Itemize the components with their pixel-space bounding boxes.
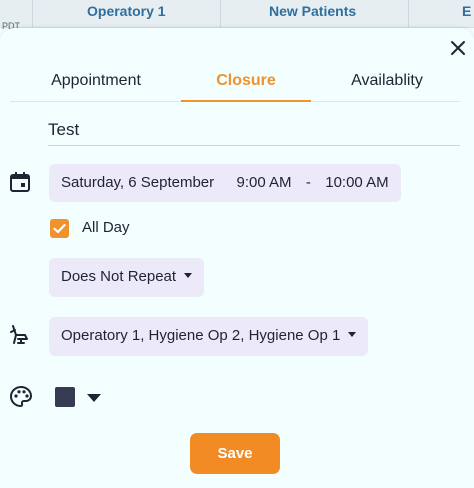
checkmark-icon [53,223,66,234]
color-swatch[interactable] [55,387,75,407]
chevron-down-icon [184,273,193,279]
end-time-value: 10:00 AM [325,174,389,191]
column-header-next[interactable]: E [462,3,471,19]
calendar-icon [10,172,30,192]
time-separator: - [305,174,311,191]
operatories-value: Operatory 1, Hygiene Op 2, Hygiene Op 1 [61,327,341,344]
closure-dialog: Appointment Closure Availablity Test Sat… [0,28,474,488]
column-header-new-patients[interactable]: New Patients [269,3,356,19]
start-time-value: 9:00 AM [236,174,292,191]
title-input[interactable]: Test [48,118,460,146]
tab-closure[interactable]: Closure [181,68,311,102]
calendar-header: PDT Operatory 1 New Patients E [0,0,474,31]
all-day-label: All Day [82,219,130,236]
date-value: Saturday, 6 September [61,174,215,191]
save-button[interactable]: Save [190,433,280,474]
chevron-down-icon[interactable] [87,394,101,402]
palette-icon [9,385,33,408]
tab-availability[interactable]: Availablity [332,68,442,102]
tab-appointment[interactable]: Appointment [32,68,160,102]
column-divider [408,0,409,28]
close-icon[interactable] [448,38,468,58]
operatories-dropdown[interactable]: Operatory 1, Hygiene Op 2, Hygiene Op 1 [49,317,369,356]
dental-chair-icon [10,325,28,344]
date-time-picker[interactable]: Saturday, 6 September 9:00 AM - 10:00 AM [49,164,401,202]
column-divider [32,0,33,28]
column-divider [220,0,221,28]
all-day-checkbox[interactable] [50,219,69,238]
chevron-down-icon [348,332,357,338]
repeat-value: Does Not Repeat [61,268,177,285]
column-header-operatory-1[interactable]: Operatory 1 [87,3,166,19]
repeat-dropdown[interactable]: Does Not Repeat [49,258,205,297]
tab-bar: Appointment Closure Availablity [10,68,460,102]
